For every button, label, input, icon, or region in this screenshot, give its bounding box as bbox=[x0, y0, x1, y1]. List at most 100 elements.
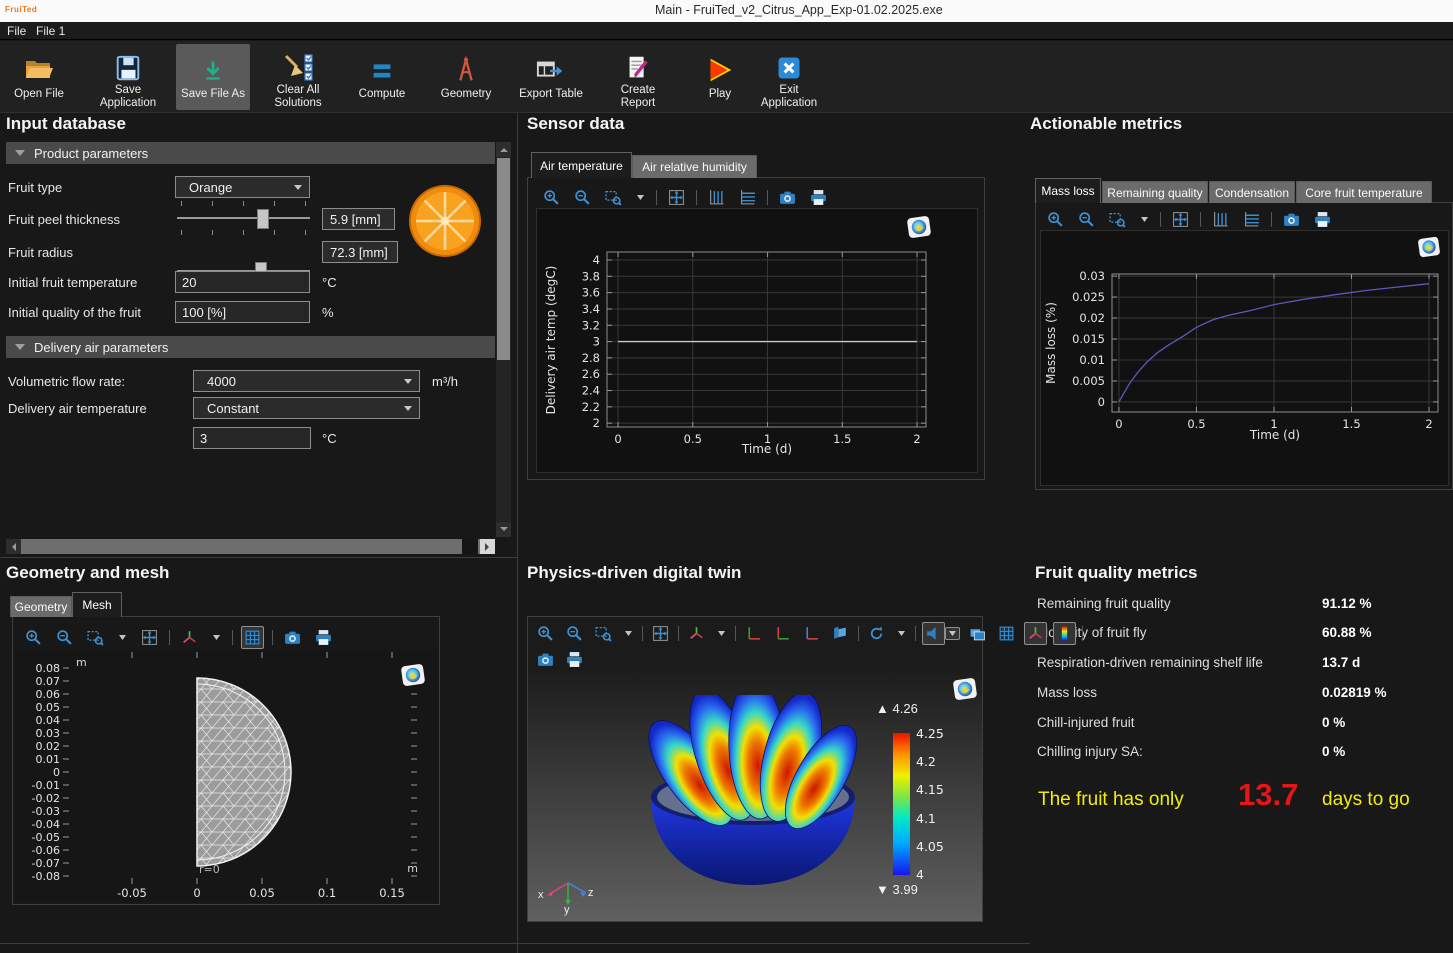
play-button[interactable]: Play bbox=[692, 44, 748, 110]
print-icon[interactable] bbox=[312, 626, 335, 649]
sensor-chart[interactable]: Time (d) Delivery air temp (degC) 22.22.… bbox=[537, 209, 977, 472]
scene-light-icon[interactable] bbox=[922, 622, 945, 645]
geometry-button[interactable]: Geometry bbox=[434, 44, 498, 110]
toolbar-button-label: Geometry bbox=[441, 88, 492, 101]
rotate-icon[interactable] bbox=[865, 622, 888, 645]
print-icon[interactable] bbox=[807, 186, 830, 209]
exit-application-button[interactable]: Exit Application bbox=[754, 44, 824, 110]
view-xy-icon[interactable] bbox=[742, 622, 765, 645]
tab-remaining-quality[interactable]: Remaining quality bbox=[1102, 181, 1208, 203]
menu-item-file1[interactable]: File 1 bbox=[36, 24, 65, 38]
zoom-box-icon[interactable] bbox=[602, 186, 625, 209]
zoom-extents-icon[interactable] bbox=[138, 626, 161, 649]
constant-temperature-input[interactable] bbox=[193, 427, 311, 449]
scene-icon[interactable] bbox=[966, 622, 989, 645]
sensor-plot-area[interactable]: Time (d) Delivery air temp (degC) 22.22.… bbox=[536, 208, 978, 473]
zoom-extents-icon[interactable] bbox=[665, 186, 688, 209]
y-grid-icon[interactable] bbox=[1209, 208, 1232, 231]
chevron-down-icon[interactable] bbox=[1137, 213, 1152, 226]
show-axes-icon[interactable] bbox=[1024, 622, 1047, 645]
axis-orientation-icon[interactable] bbox=[685, 622, 708, 645]
scroll-left-button[interactable] bbox=[6, 539, 21, 554]
print-icon[interactable] bbox=[1311, 208, 1334, 231]
delivery-air-temperature-select[interactable]: Constant bbox=[193, 397, 420, 419]
y-grid-icon[interactable] bbox=[705, 186, 728, 209]
chevron-down-icon[interactable] bbox=[633, 191, 648, 204]
delivery-air-parameters-header[interactable]: Delivery air parameters bbox=[6, 336, 495, 358]
input-database-title: Input database bbox=[6, 114, 126, 134]
zoom-out-icon[interactable] bbox=[571, 186, 594, 209]
scrollbar-thumb[interactable] bbox=[462, 539, 478, 554]
print-icon[interactable] bbox=[563, 648, 586, 671]
scrollbar-thumb[interactable] bbox=[497, 158, 510, 360]
camera-icon[interactable] bbox=[776, 186, 799, 209]
zoom-extents-icon[interactable] bbox=[649, 622, 672, 645]
tab-mass-loss[interactable]: Mass loss bbox=[1035, 178, 1101, 203]
zoom-in-icon[interactable] bbox=[540, 186, 563, 209]
perspective-icon[interactable] bbox=[829, 622, 852, 645]
clear-all-solutions-button[interactable]: Clear All Solutions bbox=[262, 44, 334, 110]
chevron-down-icon[interactable] bbox=[621, 627, 636, 640]
chevron-down-icon[interactable] bbox=[115, 631, 130, 644]
table-arrow-icon bbox=[535, 52, 567, 88]
zoom-box-icon[interactable] bbox=[1106, 208, 1129, 231]
tab-core-fruit-temperature[interactable]: Core fruit temperature bbox=[1296, 181, 1432, 203]
compute-button[interactable]: Compute bbox=[350, 44, 414, 110]
product-parameters-header[interactable]: Product parameters bbox=[6, 142, 495, 164]
zoom-in-icon[interactable] bbox=[1044, 208, 1067, 231]
tab-condensation[interactable]: Condensation bbox=[1209, 181, 1295, 203]
volumetric-flow-rate-select[interactable]: 4000 bbox=[193, 370, 420, 392]
x-grid-icon[interactable] bbox=[1240, 208, 1263, 231]
grid-toggle-icon[interactable] bbox=[241, 626, 264, 649]
save-application-button[interactable]: Save Application bbox=[92, 44, 164, 110]
save-file-as-button[interactable]: Save File As bbox=[176, 44, 250, 110]
twin-plot-area[interactable]: ▲ 4.26 4.25 4.2 4.15 4.1 4.05 4 ▼ 3.99 x… bbox=[528, 670, 982, 921]
initial-fruit-temperature-input[interactable] bbox=[175, 271, 310, 293]
zoom-in-icon[interactable] bbox=[22, 626, 45, 649]
chevron-down-icon[interactable] bbox=[945, 627, 960, 640]
camera-icon[interactable] bbox=[281, 626, 304, 649]
slider-thumb[interactable] bbox=[257, 209, 269, 229]
quality-row: Respiration-driven remaining shelf life … bbox=[1037, 655, 1445, 670]
axis-orientation-icon[interactable] bbox=[178, 626, 201, 649]
view-yz-icon[interactable] bbox=[771, 622, 794, 645]
tab-air-temperature[interactable]: Air temperature bbox=[531, 152, 632, 178]
camera-icon[interactable] bbox=[534, 648, 557, 671]
zoom-box-icon[interactable] bbox=[592, 622, 615, 645]
input-vertical-scrollbar[interactable] bbox=[496, 142, 511, 537]
scroll-up-button[interactable] bbox=[496, 142, 511, 157]
tab-air-relative-humidity[interactable]: Air relative humidity bbox=[632, 155, 757, 178]
camera-icon[interactable] bbox=[1280, 208, 1303, 231]
input-horizontal-scrollbar[interactable] bbox=[6, 539, 495, 554]
open-file-button[interactable]: Open File bbox=[8, 44, 70, 110]
zoom-out-icon[interactable] bbox=[563, 622, 586, 645]
scroll-down-button[interactable] bbox=[496, 522, 511, 537]
zoom-in-icon[interactable] bbox=[534, 622, 557, 645]
view-xz-icon[interactable] bbox=[800, 622, 823, 645]
mesh-plot[interactable]: m m r=0 0.080.070.060.050.040.030.020.01… bbox=[14, 650, 438, 902]
menu-item-file[interactable]: File bbox=[7, 24, 26, 38]
zoom-out-icon[interactable] bbox=[53, 626, 76, 649]
mesh-plot-area[interactable]: m m r=0 0.080.070.060.050.040.030.020.01… bbox=[14, 650, 438, 902]
mass-loss-chart[interactable]: Time (d) Mass loss (%) 00.0050.010.0150.… bbox=[1041, 231, 1448, 485]
grid-toggle-icon[interactable] bbox=[995, 622, 1018, 645]
chevron-down-icon[interactable] bbox=[714, 627, 729, 640]
zoom-extents-icon[interactable] bbox=[1169, 208, 1192, 231]
zoom-box-icon[interactable] bbox=[84, 626, 107, 649]
export-table-button[interactable]: Export Table bbox=[518, 44, 584, 110]
chevron-down-icon[interactable] bbox=[209, 631, 224, 644]
tab-mesh[interactable]: Mesh bbox=[72, 592, 122, 617]
mesh-symmetry-label: r=0 bbox=[199, 863, 220, 876]
fruit-type-select[interactable]: Orange bbox=[175, 176, 310, 198]
actionable-plot-area[interactable]: Time (d) Mass loss (%) 00.0050.010.0150.… bbox=[1040, 230, 1449, 486]
initial-quality-input[interactable] bbox=[175, 301, 310, 323]
tab-geometry[interactable]: Geometry bbox=[10, 596, 72, 617]
show-legend-icon[interactable] bbox=[1053, 622, 1076, 645]
create-report-button[interactable]: Create Report bbox=[602, 44, 674, 110]
chevron-down-icon[interactable] bbox=[894, 627, 909, 640]
zoom-out-icon[interactable] bbox=[1075, 208, 1098, 231]
fruit-peel-thickness-slider[interactable] bbox=[177, 208, 310, 228]
x-grid-icon[interactable] bbox=[736, 186, 759, 209]
scroll-right-button[interactable] bbox=[480, 539, 495, 554]
fruit-peel-thickness-value: 5.9 [mm] bbox=[322, 208, 395, 230]
